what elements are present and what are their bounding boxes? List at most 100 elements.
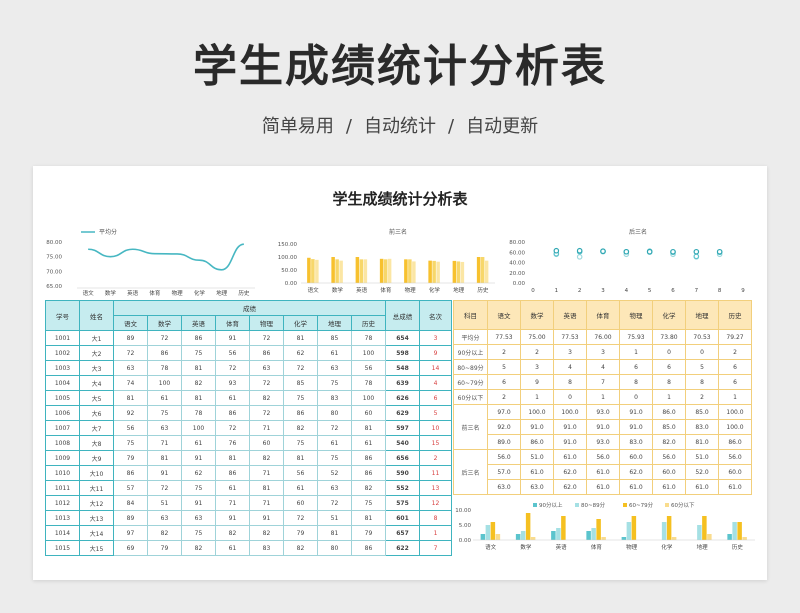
score-cell: 91.0 — [520, 419, 554, 435]
header-subject: 物理 — [619, 300, 653, 330]
table-cell: 74 — [113, 375, 148, 391]
header-subject: 化学 — [283, 315, 318, 331]
y-tick-label: 80.00 — [46, 240, 62, 246]
subtitle-separator: / — [345, 116, 352, 137]
header-subject: 地理 — [685, 300, 719, 330]
table-cell: 81 — [215, 450, 250, 466]
table-cell: 601 — [385, 510, 420, 526]
table-cell: 91 — [215, 510, 250, 526]
x-tick-label: 化学 — [194, 289, 206, 297]
y-tick-label: 150.00 — [278, 242, 298, 248]
bottom-three-row: 63.0 63.0 62.0 61.0 61.0 61.0 61.0 61.0 — [454, 479, 789, 495]
table-cell: 大9 — [79, 450, 114, 466]
bar — [480, 257, 485, 283]
spreadsheet-preview: 学生成绩统计分析表 平均分 80.00 75.00 70.00 65.00 语文 数学 英语体… — [33, 166, 767, 580]
stat-row: 90分以上 2 2 3 3 1 0 0 2 — [453, 344, 789, 360]
x-tick-label: 语文 — [308, 286, 320, 294]
table-cell: 8 — [419, 510, 452, 526]
table-cell: 63 — [147, 510, 182, 526]
table-cell: 75 — [351, 495, 386, 511]
legend-label: 90分以上 — [539, 501, 563, 509]
x-tick-label: 数学 — [105, 289, 117, 297]
table-cell: 61 — [215, 540, 250, 556]
stat-cell: 6 — [619, 359, 653, 375]
stat-cell: 3 — [553, 344, 587, 360]
table-row: 1010 大10 86 91 62 86 71 56 52 86 590 11 — [45, 465, 452, 481]
score-cell: 61.0 — [586, 479, 620, 495]
score-cell: 56.0 — [718, 449, 752, 465]
header-subject: 化学 — [652, 300, 686, 330]
score-cell: 91.0 — [553, 419, 587, 435]
bar — [666, 516, 672, 540]
table-cell: 86 — [215, 465, 250, 481]
table-cell: 71 — [249, 495, 284, 511]
score-cell: 100.0 — [553, 404, 587, 420]
table-cell: 81 — [113, 390, 148, 406]
table-cell: 81 — [283, 450, 318, 466]
table-cell: 91 — [181, 450, 216, 466]
x-tick-label: 9 — [741, 288, 745, 294]
table-row: 1007 大7 56 63 100 72 71 82 72 81 597 10 — [45, 420, 452, 436]
bar — [707, 534, 712, 540]
legend-label: 80~89分 — [581, 501, 606, 509]
table-row: 1013 大13 89 63 63 91 91 72 51 81 601 8 — [45, 510, 452, 526]
table-cell: 82 — [249, 390, 284, 406]
table-cell: 81 — [317, 525, 352, 541]
stat-cell: 1 — [652, 389, 686, 405]
table-cell: 1001 — [45, 330, 80, 346]
table-cell: 61 — [283, 480, 318, 496]
table-cell: 大7 — [79, 420, 114, 436]
table-cell: 61 — [215, 480, 250, 496]
table-cell: 76 — [215, 435, 250, 451]
table-cell: 62 — [283, 345, 318, 361]
y-tick-label: 40.00 — [509, 261, 525, 267]
bar — [452, 260, 457, 283]
score-cell: 100.0 — [520, 404, 554, 420]
table-cell: 大14 — [79, 525, 114, 541]
score-cell: 91.0 — [586, 419, 620, 435]
x-tick-label: 英语 — [356, 286, 368, 294]
score-cell: 93.0 — [586, 404, 620, 420]
x-tick-label: 2 — [578, 288, 582, 294]
table-cell: 1013 — [45, 510, 80, 526]
table-cell: 11 — [419, 465, 452, 481]
header-subject: 物理 — [249, 315, 284, 331]
stat-cell: 77.53 — [553, 329, 587, 345]
table-cell: 93 — [215, 375, 250, 391]
bar — [335, 259, 339, 283]
bar — [476, 257, 481, 283]
table-cell: 79 — [351, 525, 386, 541]
table-cell: 575 — [385, 495, 420, 511]
top-three-row: 前三名 97.0 100.0 100.0 93.0 91.0 86.0 85.0 100.0 — [453, 404, 789, 450]
score-cell: 52.0 — [685, 464, 719, 480]
stat-row: 60~79分 6 9 8 7 8 8 8 6 — [453, 374, 789, 390]
table-cell: 大13 — [79, 510, 114, 526]
table-row: 1003 大3 63 78 81 72 63 72 63 56 548 14 — [45, 360, 452, 376]
table-cell: 657 — [385, 525, 420, 541]
y-tick-label: 20.00 — [509, 271, 525, 277]
bar — [591, 528, 596, 540]
header-subject: 体育 — [215, 315, 250, 331]
average-line — [88, 243, 245, 271]
x-tick-label: 3 — [601, 288, 605, 294]
table-cell: 82 — [283, 540, 318, 556]
table-cell: 51 — [317, 510, 352, 526]
table-cell: 2 — [419, 450, 452, 466]
score-cell: 81.0 — [685, 434, 719, 450]
score-cell: 57.0 — [487, 464, 521, 480]
stat-cell: 77.53 — [487, 329, 521, 345]
table-cell: 1010 — [45, 465, 80, 481]
table-cell: 大4 — [79, 375, 114, 391]
x-tick-label: 7 — [695, 288, 699, 294]
bar — [331, 257, 335, 283]
table-cell: 72 — [215, 360, 250, 376]
table-cell: 86 — [113, 465, 148, 481]
scatter-point — [670, 248, 676, 255]
table-cell: 83 — [317, 390, 352, 406]
stat-cell: 2 — [520, 344, 554, 360]
x-tick-label: 英语 — [556, 543, 568, 551]
score-cell: 89.0 — [487, 434, 521, 450]
stat-label: 60分以下 — [453, 389, 488, 405]
scatter-point — [576, 247, 583, 254]
header-scores: 成绩 — [113, 300, 386, 316]
